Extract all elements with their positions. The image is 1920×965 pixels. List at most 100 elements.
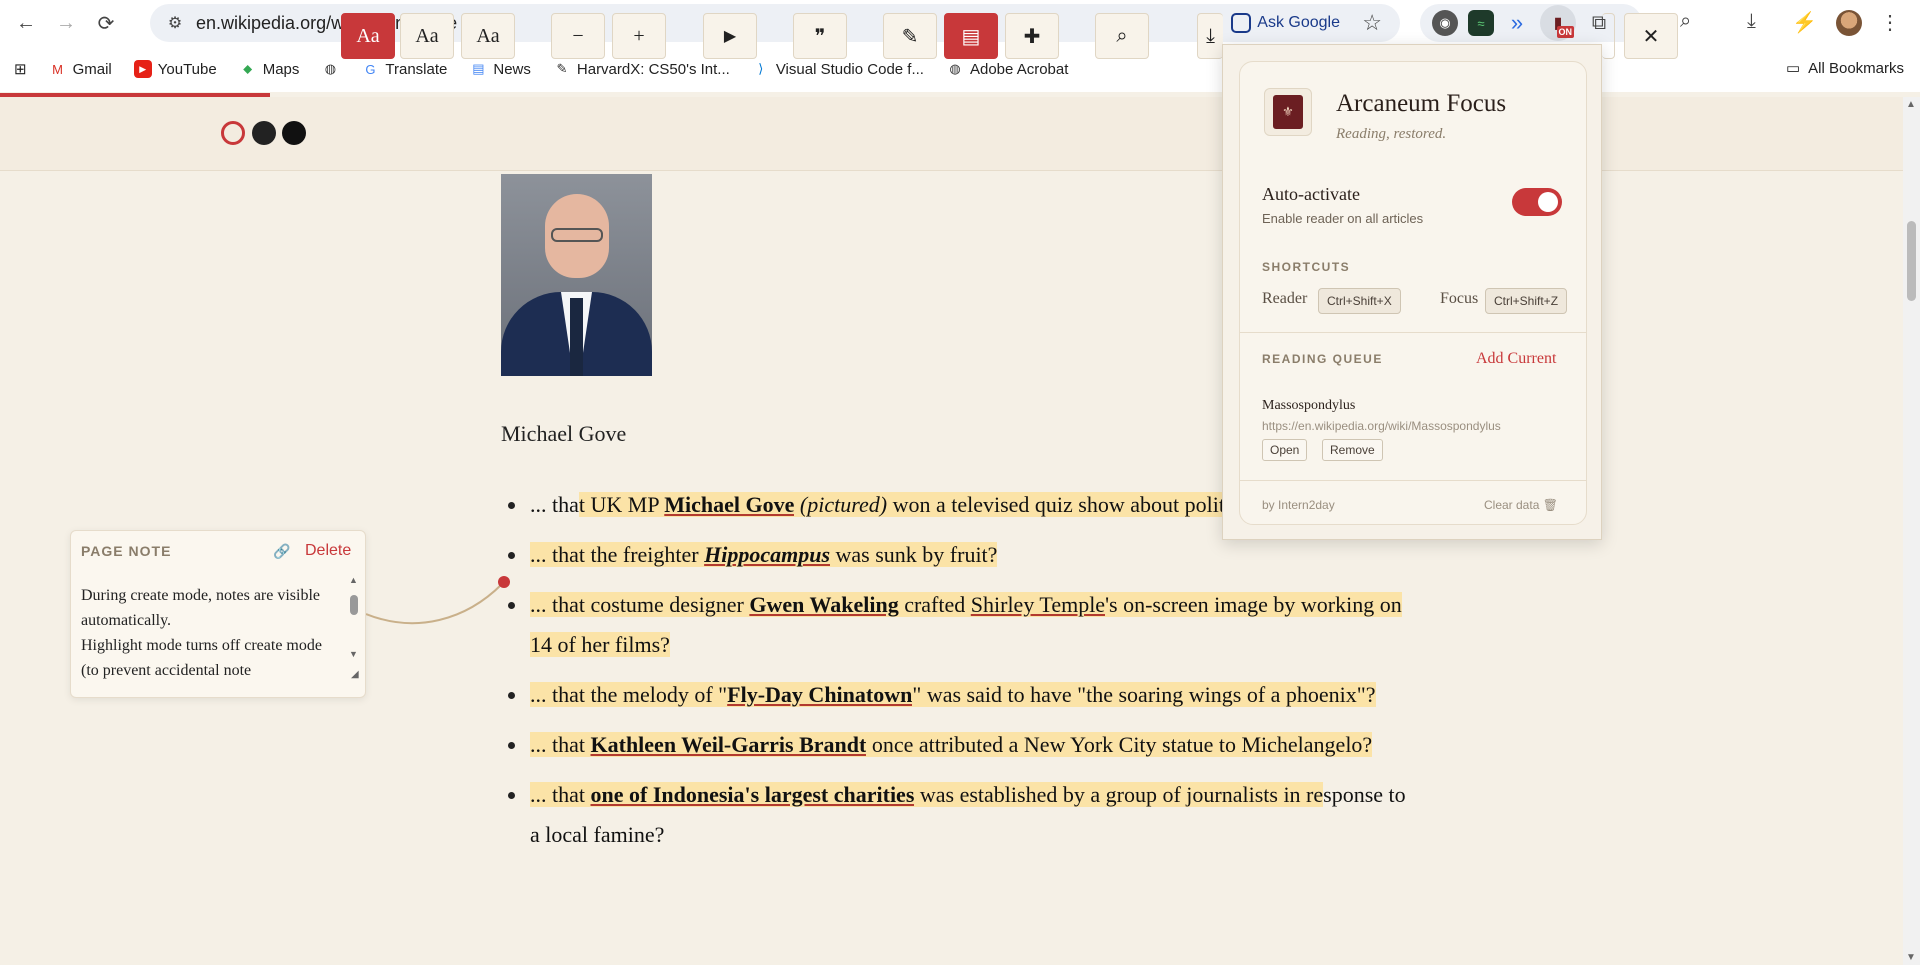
reading-queue-heading: READING QUEUE [1262, 352, 1383, 366]
page-note-text[interactable]: During create mode, notes are visible au… [81, 583, 337, 683]
scroll-down-icon[interactable]: ▼ [1906, 952, 1916, 963]
back-icon[interactable]: ← [6, 3, 46, 43]
search-button[interactable]: ⌕ [1095, 13, 1149, 59]
add-note-button[interactable]: ✚ [1005, 13, 1059, 59]
bookmark-globe[interactable]: ◍ [321, 60, 339, 78]
google-lens-icon [1231, 13, 1252, 33]
article-text: ... tha [530, 492, 579, 517]
bookmark-harvardx[interactable]: ✎ HarvardX: CS50's Int... [553, 60, 729, 78]
author-credit: by Intern2day [1262, 498, 1335, 512]
translate-icon: G [365, 61, 376, 77]
notes-button[interactable]: ▤ [944, 13, 998, 59]
play-audio-button[interactable]: ▶ [703, 13, 757, 59]
chart-extension-icon[interactable]: ≈ [1468, 10, 1494, 36]
decrease-size-button[interactable]: − [551, 13, 605, 59]
article-text: crafted [898, 592, 971, 617]
extension-on-badge: ON [1556, 26, 1574, 38]
folder-icon: ▭ [1785, 60, 1801, 77]
site-info-icon[interactable]: ⚙ [158, 13, 192, 33]
add-comment-icon: ✚ [1023, 25, 1041, 48]
comment-icon: ▤ [961, 25, 981, 48]
bookmark-youtube[interactable]: ▶ YouTube [133, 60, 217, 78]
reload-icon[interactable]: ⟳ [86, 3, 126, 43]
tab-search-icon[interactable]: ⌕ [1680, 10, 1691, 33]
popup-subtitle: Reading, restored. [1336, 126, 1447, 142]
bookmark-maps[interactable]: ⬥ Maps [239, 60, 299, 78]
close-reader-button[interactable]: ✕ [1624, 13, 1678, 59]
link-icon[interactable]: 🔗 [273, 543, 290, 560]
ask-google-label: Ask Google [1257, 14, 1340, 31]
queue-item-url: https://en.wikipedia.org/wiki/Massospond… [1262, 419, 1501, 433]
theme-light-swatch[interactable] [221, 121, 245, 145]
article-link[interactable]: Fly-Day Chinatown [727, 682, 913, 707]
auto-activate-toggle[interactable] [1512, 188, 1562, 216]
article-link[interactable]: Michael Gove [664, 492, 795, 517]
add-current-button[interactable]: Add Current [1476, 350, 1556, 368]
scroll-up-icon[interactable]: ▲ [349, 575, 358, 585]
page-scrollbar[interactable]: ▲ ▼ [1903, 97, 1920, 965]
portrait-tie [570, 298, 583, 376]
bookmark-star-icon[interactable]: ☆ [1362, 10, 1382, 36]
maps-icon: ⬥ [243, 61, 253, 76]
download-page-button[interactable]: ⤓ [1197, 13, 1223, 59]
font-serif-button[interactable]: Aa [341, 13, 395, 59]
theme-dark-swatch[interactable] [252, 121, 276, 145]
auto-activate-label: Auto-activate [1262, 184, 1360, 204]
bookmark-label: YouTube [157, 60, 217, 78]
focus-shortcut-label: Focus [1440, 290, 1479, 307]
note-scrollbar[interactable]: ▲ ▼ ◢ [347, 575, 361, 681]
arcaneum-focus-extension-icon[interactable]: ▮ ON [1540, 5, 1576, 41]
bookmark-label: Visual Studio Code f... [775, 60, 924, 78]
scroll-up-icon[interactable]: ▲ [1906, 99, 1916, 110]
toggle-knob [1538, 192, 1558, 212]
apps-grid-icon[interactable]: ⊞ [14, 60, 27, 78]
queue-remove-button[interactable]: Remove [1322, 439, 1383, 461]
font-sans-button[interactable]: Aa [461, 13, 515, 59]
highlight-pen-button[interactable]: ✎ [883, 13, 937, 59]
article-text: was established by a group of journalist… [914, 782, 1324, 807]
resize-handle-icon[interactable]: ◢ [351, 669, 359, 680]
performance-icon[interactable]: ⚡ [1792, 10, 1817, 35]
article-link[interactable]: Shirley Temple [970, 592, 1106, 617]
scroll-down-icon[interactable]: ▼ [349, 649, 358, 659]
download-icon[interactable]: ⤓ [1747, 10, 1756, 33]
profile-avatar[interactable] [1836, 10, 1862, 36]
font-alt-serif-button[interactable]: Aa [400, 13, 454, 59]
bookmark-gmail[interactable]: M Gmail [49, 60, 112, 78]
all-bookmarks-button[interactable]: ▭ All Bookmarks [1785, 59, 1904, 78]
divider [1240, 480, 1586, 481]
increase-size-button[interactable]: + [612, 13, 666, 59]
article-link[interactable]: Hippocampus [704, 542, 831, 567]
ask-google-button[interactable]: Ask Google [1231, 9, 1340, 37]
popup-card: ⚜ Arcaneum Focus Reading, restored. Auto… [1239, 61, 1587, 525]
note-scroll-thumb[interactable] [350, 595, 358, 615]
article-link[interactable]: Gwen Wakeling [749, 592, 899, 617]
globe-extension-icon[interactable]: ◉ [1432, 10, 1458, 36]
page-note-card[interactable]: PAGE NOTE 🔗 Delete During create mode, n… [70, 530, 366, 698]
bookmark-vscode[interactable]: ⟩ Visual Studio Code f... [752, 60, 924, 78]
forward-icon[interactable]: → [46, 3, 86, 43]
theme-black-swatch[interactable] [282, 121, 306, 145]
bookmark-translate[interactable]: G Translate [361, 60, 447, 78]
vscode-icon: ⟩ [758, 61, 764, 76]
pen-icon: ✎ [901, 25, 919, 48]
queue-open-button[interactable]: Open [1262, 439, 1308, 461]
quote-button[interactable]: ❞ [793, 13, 847, 59]
menu-kebab-icon[interactable]: ⋮ [1880, 10, 1900, 35]
bookmark-news[interactable]: ▤ News [469, 60, 531, 78]
bookmark-adobe[interactable]: ◍ Adobe Acrobat [946, 60, 1068, 78]
article-link[interactable]: one of Indonesia's largest charities [590, 782, 915, 807]
search-icon: ⌕ [1116, 24, 1128, 47]
arrow-extension-icon[interactable]: » [1504, 10, 1530, 36]
toolbar-button-partial[interactable] [1602, 13, 1615, 59]
page-scroll-thumb[interactable] [1907, 221, 1916, 301]
article-link[interactable]: Kathleen Weil-Garris Brandt [590, 732, 867, 757]
delete-note-button[interactable]: Delete [305, 542, 351, 560]
queue-item-title[interactable]: Massospondylus [1262, 398, 1355, 414]
arcaneum-logo: ⚜ [1264, 88, 1312, 136]
clear-data-button[interactable]: Clear data 🗑 [1484, 498, 1558, 512]
globe-icon: ◍ [949, 61, 961, 76]
page-note-title: PAGE NOTE [81, 543, 172, 559]
globe-icon: ◍ [324, 61, 337, 76]
article-text: ... that [530, 732, 591, 757]
